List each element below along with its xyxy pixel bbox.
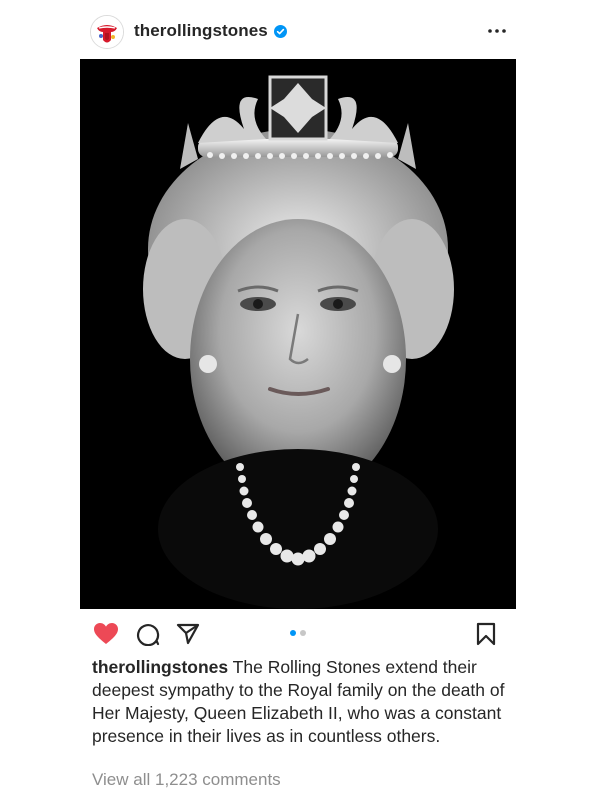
- carousel-dot: [300, 630, 306, 636]
- carousel-dot-active: [290, 630, 296, 636]
- verified-badge-icon: [273, 24, 287, 38]
- post-caption: therollingstones The Rolling Stones exte…: [92, 656, 512, 748]
- carousel-indicator: [290, 630, 306, 636]
- post-actions: [80, 618, 516, 650]
- instagram-post: therollingstones therollingstones The Ro…: [0, 0, 600, 800]
- comment-icon[interactable]: [134, 620, 162, 648]
- queen-portrait-image: [80, 59, 516, 609]
- rolling-stones-tongue-logo: [91, 16, 123, 48]
- post-image[interactable]: [80, 59, 516, 609]
- post-header: therollingstones: [80, 12, 516, 52]
- more-horizontal-icon[interactable]: [484, 18, 510, 44]
- heart-icon[interactable]: [92, 620, 120, 648]
- username-row: therollingstones: [134, 21, 287, 41]
- avatar[interactable]: [90, 15, 124, 49]
- username[interactable]: therollingstones: [134, 21, 268, 41]
- bookmark-icon[interactable]: [472, 620, 500, 648]
- paper-plane-icon[interactable]: [174, 620, 202, 648]
- view-comments-link[interactable]: View all 1,223 comments: [92, 770, 281, 790]
- caption-username[interactable]: therollingstones: [92, 657, 228, 677]
